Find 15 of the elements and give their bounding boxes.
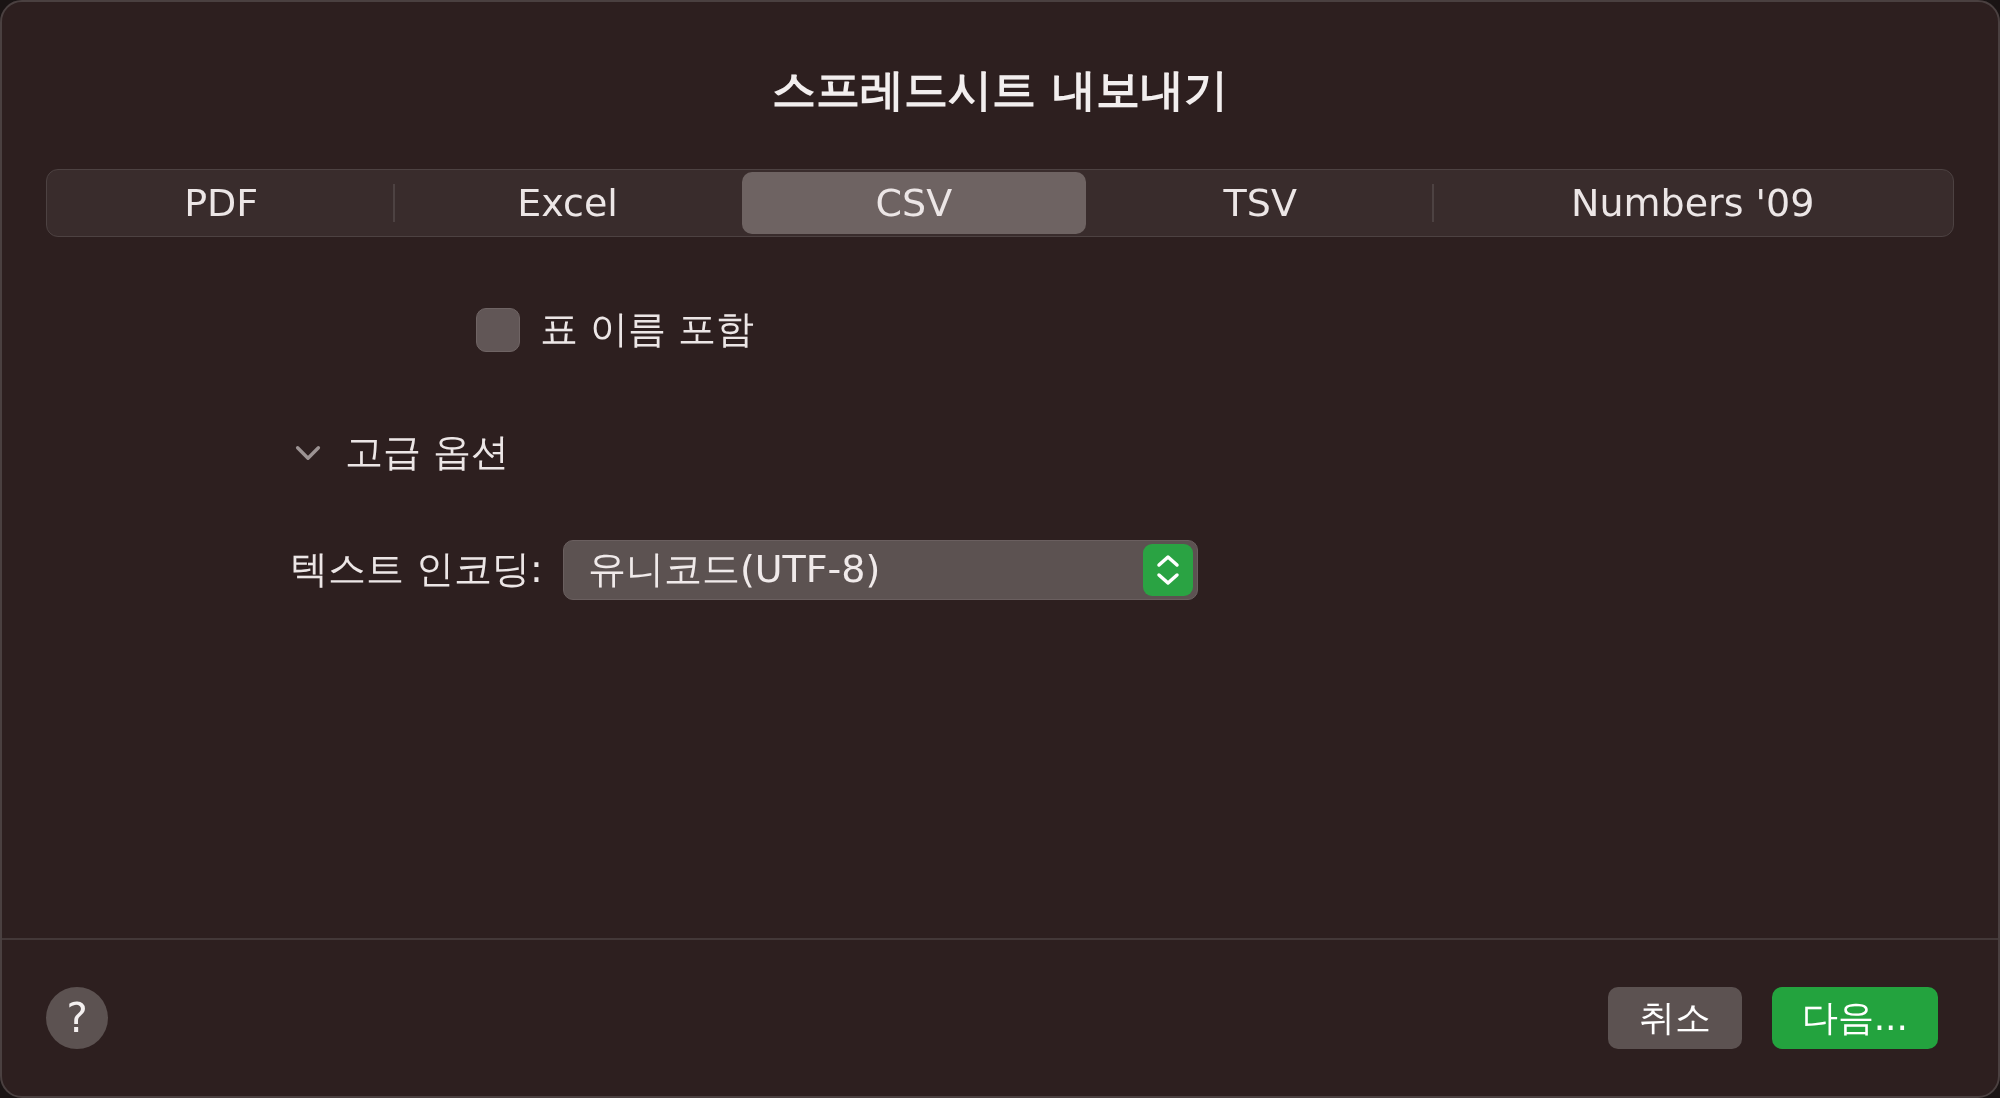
- up-down-arrows-icon: [1142, 544, 1193, 596]
- format-tab[interactable]: TSV: [1088, 171, 1433, 234]
- cancel-button[interactable]: 취소: [1607, 987, 1742, 1049]
- window-title: 스프레드시트 내보내기: [772, 64, 1228, 117]
- encoding-popup[interactable]: 유니코드(UTF-8): [562, 540, 1198, 600]
- section-label: 고급 옵션: [345, 430, 510, 476]
- format-tab[interactable]: PDF: [49, 171, 394, 234]
- checkbox-label: 표 이름 포함: [540, 306, 755, 353]
- field-label: 텍스트 인코딩:: [290, 547, 543, 593]
- format-tab[interactable]: Excel: [395, 171, 740, 234]
- format-tab[interactable]: CSV: [741, 171, 1087, 234]
- help-button[interactable]: ?: [46, 987, 108, 1049]
- chevron-icon[interactable]: [295, 445, 321, 462]
- checkbox[interactable]: [476, 307, 520, 352]
- format-tab[interactable]: Numbers '09: [1434, 171, 1951, 234]
